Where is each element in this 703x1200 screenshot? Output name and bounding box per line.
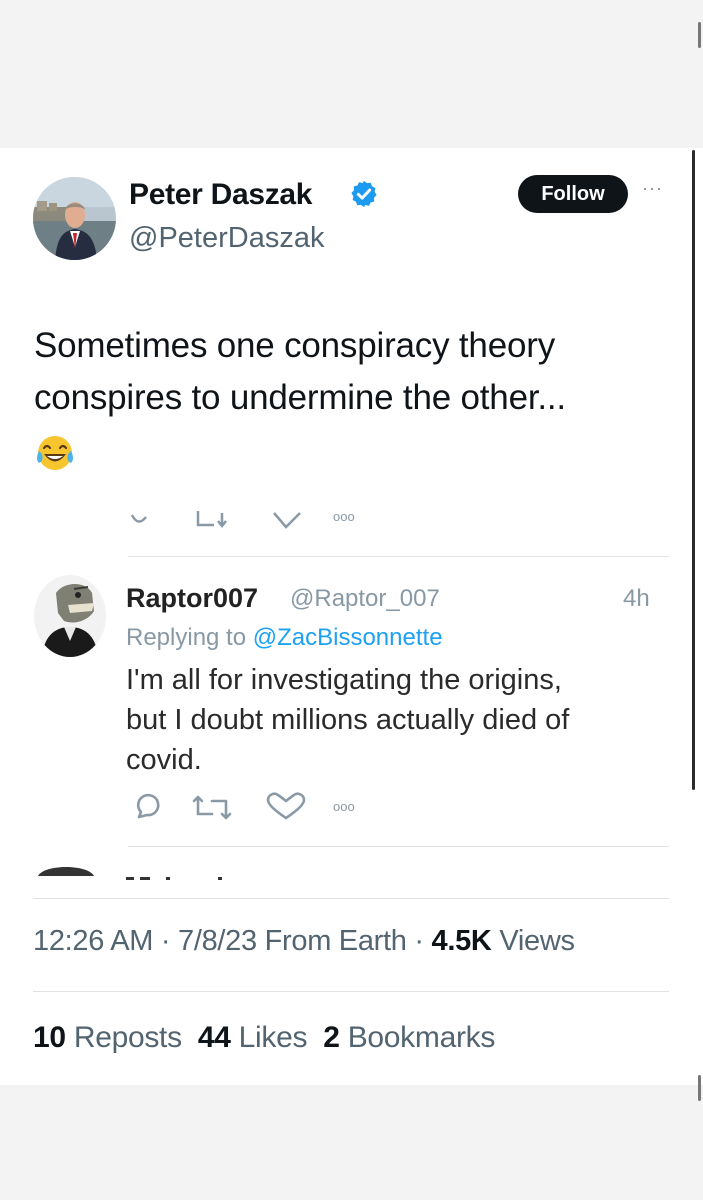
author-avatar[interactable] bbox=[33, 177, 116, 260]
reply-author-handle[interactable]: @Raptor_007 bbox=[290, 585, 440, 613]
bookmarks-label: Bookmarks bbox=[347, 1021, 496, 1054]
divider bbox=[128, 846, 669, 847]
likes-label: Likes bbox=[238, 1021, 308, 1054]
retweet-icon[interactable] bbox=[192, 795, 232, 820]
divider bbox=[33, 898, 669, 899]
author-name[interactable]: Peter Daszak bbox=[129, 178, 312, 212]
screenshot-top-margin bbox=[0, 0, 703, 148]
tweet-text: Sometimes one conspiracy theory conspire… bbox=[34, 320, 674, 424]
reply-text-line: but I doubt millions actually died of bbox=[126, 704, 570, 736]
edge-mark bbox=[698, 1075, 701, 1101]
reply-icon bbox=[130, 514, 147, 523]
replying-to-prefix: Replying to bbox=[126, 624, 247, 651]
replying-to-context: Replying to @ZacBissonnette bbox=[126, 624, 443, 652]
like-icon[interactable] bbox=[266, 792, 306, 820]
views-count: 4.5K bbox=[431, 925, 492, 957]
tweet-metadata: 12:26 AM · 7/8/23 From Earth · 4.5K View… bbox=[33, 925, 575, 958]
laughing-tears-emoji-icon bbox=[37, 436, 73, 470]
reply-timestamp[interactable]: 4h bbox=[623, 585, 650, 613]
divider bbox=[33, 991, 669, 992]
reposts-label: Reposts bbox=[73, 1021, 182, 1054]
replying-to-mention[interactable]: @ZacBissonnette bbox=[253, 624, 443, 651]
more-options-icon[interactable]: ··· bbox=[642, 178, 663, 199]
more-icon[interactable]: ooo bbox=[333, 799, 355, 814]
reply-author-name[interactable]: Raptor007 bbox=[126, 583, 258, 614]
bookmarks-stat[interactable]: 2 Bookmarks bbox=[323, 1021, 495, 1054]
edge-mark bbox=[698, 22, 701, 48]
reply-action-bar: ooo bbox=[136, 792, 355, 820]
next-reply-avatar-cropped bbox=[38, 862, 94, 876]
tweet-text-line: Sometimes one conspiracy theory bbox=[34, 326, 555, 365]
follow-button[interactable]: Follow bbox=[518, 175, 628, 213]
divider bbox=[128, 556, 669, 557]
more-icon: ooo bbox=[333, 509, 355, 524]
reposts-count: 10 bbox=[33, 1021, 66, 1054]
next-reply-cropped-text bbox=[126, 868, 226, 880]
likes-count: 44 bbox=[197, 1021, 231, 1054]
likes-stat[interactable]: 44 Likes bbox=[197, 1021, 308, 1054]
views-label: Views bbox=[499, 925, 575, 957]
quoted-tweet-actions-faded: ooo bbox=[130, 509, 355, 529]
scrollbar[interactable] bbox=[692, 150, 695, 790]
reply-text: I'm all for investigating the origins, b… bbox=[126, 660, 666, 780]
author-handle[interactable]: @PeterDaszak bbox=[129, 222, 324, 255]
tweet-text-line: conspires to undermine the other... bbox=[34, 378, 566, 417]
retweet-icon bbox=[196, 511, 227, 529]
engagement-stats: 10 Reposts 44 Likes 2 Bookmarks bbox=[33, 1021, 495, 1055]
tweet-source: From Earth · bbox=[264, 925, 424, 957]
bookmarks-count: 2 bbox=[323, 1021, 340, 1054]
reply-icon[interactable] bbox=[136, 793, 160, 819]
reposts-stat[interactable]: 10 Reposts bbox=[33, 1021, 182, 1054]
reply-author-avatar[interactable] bbox=[34, 575, 106, 657]
reply-text-line: I'm all for investigating the origins, bbox=[126, 664, 562, 696]
verified-badge-icon bbox=[351, 180, 377, 208]
screenshot-bottom-margin bbox=[0, 1085, 703, 1200]
tweet-timestamp[interactable]: 12:26 AM · 7/8/23 bbox=[33, 925, 257, 957]
like-icon bbox=[273, 512, 301, 529]
reply-text-line: covid. bbox=[126, 744, 202, 776]
